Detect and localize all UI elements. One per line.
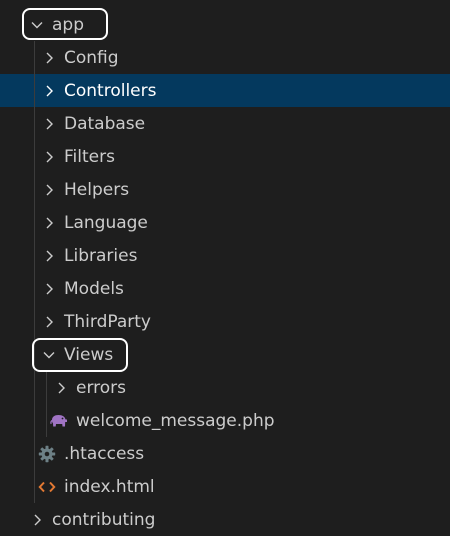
- folder-label: Controllers: [64, 80, 157, 101]
- chevron-down-icon[interactable]: [28, 16, 46, 34]
- folder-label: contributing: [52, 509, 156, 530]
- chevron-right-icon[interactable]: [40, 280, 58, 298]
- folder-label: Views: [64, 344, 114, 365]
- folder-app[interactable]: app: [0, 8, 450, 41]
- chevron-right-icon[interactable]: [28, 511, 46, 529]
- indent-guide: [34, 305, 35, 338]
- indent-guide: [34, 437, 35, 470]
- indent-guide: [34, 272, 35, 305]
- folder-libraries[interactable]: Libraries: [0, 239, 450, 272]
- file-welcome-message[interactable]: welcome_message.php: [0, 404, 450, 437]
- indent-guide: [34, 470, 35, 503]
- gear-icon: [36, 445, 58, 463]
- folder-contributing[interactable]: contributing: [28, 503, 155, 536]
- chevron-right-icon[interactable]: [40, 49, 58, 67]
- folder-label: Language: [64, 212, 148, 233]
- chevron-right-icon[interactable]: [40, 148, 58, 166]
- chevron-right-icon[interactable]: [40, 313, 58, 331]
- file-htaccess[interactable]: .htaccess: [0, 437, 450, 470]
- folder-errors[interactable]: errors: [0, 371, 450, 404]
- indent-guide: [34, 74, 35, 107]
- indent-guide: [34, 371, 35, 404]
- chevron-right-icon[interactable]: [40, 214, 58, 232]
- chevron-right-icon[interactable]: [40, 82, 58, 100]
- folder-thirdparty[interactable]: ThirdParty: [0, 305, 450, 338]
- folder-label: app: [52, 14, 84, 35]
- folder-label: errors: [76, 377, 127, 398]
- folder-label: Database: [64, 113, 146, 134]
- folder-filters[interactable]: Filters: [0, 140, 450, 173]
- folder-label: Models: [64, 278, 124, 299]
- indent-guide: [34, 140, 35, 173]
- file-index-html[interactable]: index.html: [0, 470, 450, 503]
- folder-views[interactable]: Views: [0, 338, 450, 371]
- folder-controllers[interactable]: Controllers: [0, 74, 450, 107]
- file-label: .htaccess: [64, 443, 145, 464]
- file-explorer-tree: app Config Controllers Database Filters: [0, 8, 450, 503]
- indent-guide: [46, 404, 47, 437]
- file-label: welcome_message.php: [76, 410, 275, 431]
- chevron-right-icon[interactable]: [40, 115, 58, 133]
- php-elephant-icon: [48, 412, 70, 430]
- folder-models[interactable]: Models: [0, 272, 450, 305]
- chevron-right-icon[interactable]: [52, 379, 70, 397]
- indent-guide: [34, 404, 35, 437]
- indent-guide: [34, 338, 35, 371]
- indent-guide: [34, 239, 35, 272]
- folder-label: ThirdParty: [64, 311, 151, 332]
- indent-guide: [34, 107, 35, 140]
- indent-guide: [46, 371, 47, 404]
- html-brackets-icon: [36, 478, 58, 496]
- indent-guide: [34, 206, 35, 239]
- folder-helpers[interactable]: Helpers: [0, 173, 450, 206]
- folder-database[interactable]: Database: [0, 107, 450, 140]
- folder-label: Helpers: [64, 179, 130, 200]
- chevron-right-icon[interactable]: [40, 247, 58, 265]
- folder-config[interactable]: Config: [0, 41, 450, 74]
- folder-label: Config: [64, 47, 119, 68]
- folder-language[interactable]: Language: [0, 206, 450, 239]
- indent-guide: [34, 173, 35, 206]
- chevron-down-icon[interactable]: [40, 346, 58, 364]
- folder-label: Libraries: [64, 245, 138, 266]
- folder-label: Filters: [64, 146, 115, 167]
- file-label: index.html: [64, 476, 155, 497]
- indent-guide: [34, 41, 35, 74]
- chevron-right-icon[interactable]: [40, 181, 58, 199]
